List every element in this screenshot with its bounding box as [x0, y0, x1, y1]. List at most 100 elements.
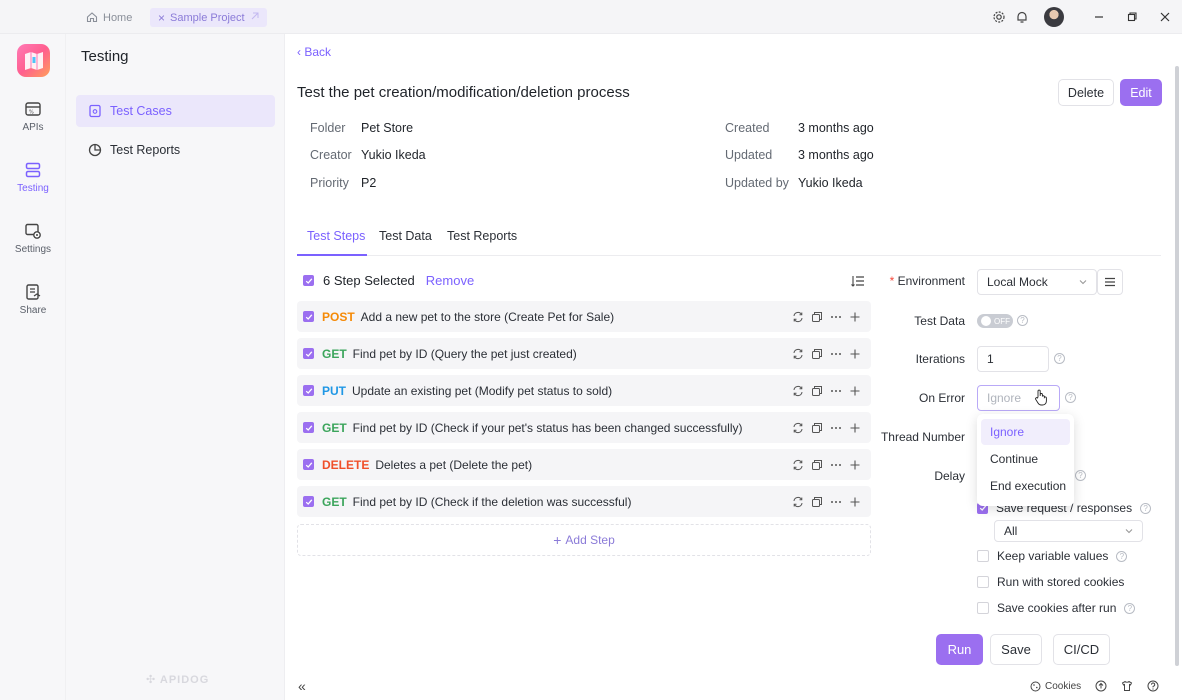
option-ignore[interactable]: Ignore: [981, 419, 1070, 445]
rail-item-share[interactable]: Share: [0, 283, 66, 316]
option-end-execution[interactable]: End execution: [981, 473, 1070, 499]
minimize-icon[interactable]: [1090, 8, 1108, 26]
save-cookies-checkbox[interactable]: [977, 602, 989, 614]
copy-icon[interactable]: [811, 348, 823, 360]
add-icon[interactable]: [849, 311, 861, 323]
ci-cd-button[interactable]: CI/CD: [1053, 634, 1110, 665]
bell-icon[interactable]: [1013, 8, 1031, 26]
close-icon[interactable]: ×: [158, 12, 165, 24]
upload-icon[interactable]: [1095, 680, 1107, 695]
rail-item-apis[interactable]: % APIs: [0, 100, 66, 133]
external-link-icon[interactable]: [250, 12, 259, 24]
copy-icon[interactable]: [811, 422, 823, 434]
run-cookies-checkbox[interactable]: [977, 576, 989, 588]
priority-value: P2: [361, 176, 377, 190]
select-all-checkbox[interactable]: [303, 275, 314, 286]
save-cookies-option[interactable]: Save cookies after run ?: [977, 601, 1136, 615]
sync-icon[interactable]: [792, 422, 804, 434]
environment-manage-button[interactable]: [1097, 269, 1123, 295]
more-icon[interactable]: [830, 385, 842, 397]
cookies-button[interactable]: Cookies: [1030, 681, 1081, 692]
edit-button[interactable]: Edit: [1120, 79, 1162, 106]
tab-test-steps[interactable]: Test Steps: [307, 229, 365, 243]
step-row[interactable]: GET Find pet by ID (Check if your pet's s…: [297, 412, 871, 443]
tab-home[interactable]: Home: [86, 8, 132, 28]
help-icon[interactable]: ?: [1140, 502, 1152, 514]
avatar[interactable]: [1044, 7, 1064, 27]
collapse-sidebar-icon[interactable]: «: [298, 678, 306, 694]
step-row[interactable]: PUT Update an existing pet (Modify pet st…: [297, 375, 871, 406]
help-circle-icon[interactable]: [1147, 680, 1159, 695]
gear-icon[interactable]: [990, 8, 1008, 26]
copy-icon[interactable]: [811, 496, 823, 508]
step-row[interactable]: POST Add a new pet to the store (Create P…: [297, 301, 871, 332]
more-icon[interactable]: [830, 348, 842, 360]
more-icon[interactable]: [830, 496, 842, 508]
restore-icon[interactable]: [1123, 8, 1141, 26]
sort-list-icon[interactable]: [851, 275, 865, 290]
sync-icon[interactable]: [792, 496, 804, 508]
step-checkbox[interactable]: [303, 422, 314, 433]
help-icon[interactable]: ?: [1116, 550, 1128, 562]
step-checkbox[interactable]: [303, 311, 314, 322]
add-step-button[interactable]: + Add Step: [297, 524, 871, 556]
http-method: DELETE: [322, 457, 370, 472]
keep-variable-checkbox[interactable]: [977, 550, 989, 562]
scrollbar-thumb[interactable]: [1175, 66, 1179, 666]
sync-icon[interactable]: [792, 385, 804, 397]
step-checkbox[interactable]: [303, 385, 314, 396]
environment-select[interactable]: Local Mock: [977, 269, 1097, 295]
keep-variable-option[interactable]: Keep variable values ?: [977, 549, 1128, 563]
tab-test-reports[interactable]: Test Reports: [447, 229, 517, 243]
step-checkbox[interactable]: [303, 496, 314, 507]
sync-icon[interactable]: [792, 459, 804, 471]
remove-link[interactable]: Remove: [426, 273, 474, 288]
app-logo[interactable]: [17, 44, 50, 77]
step-actions: [792, 486, 861, 517]
help-icon[interactable]: ?: [1075, 470, 1086, 481]
rail-item-settings[interactable]: Settings: [0, 222, 66, 255]
add-icon[interactable]: [849, 385, 861, 397]
test-data-toggle[interactable]: OFF: [977, 314, 1013, 328]
rail-item-testing[interactable]: Testing: [0, 161, 66, 194]
help-icon[interactable]: ?: [1054, 353, 1065, 364]
save-request-scope-select[interactable]: All: [994, 520, 1143, 542]
help-icon[interactable]: ?: [1065, 392, 1076, 403]
option-continue[interactable]: Continue: [981, 446, 1070, 472]
copy-icon[interactable]: [811, 311, 823, 323]
add-icon[interactable]: [849, 348, 861, 360]
save-button[interactable]: Save: [990, 634, 1042, 665]
step-row[interactable]: GET Find pet by ID (Query the pet just cr…: [297, 338, 871, 369]
updated-label: Updated: [725, 148, 773, 162]
sidebar-item-test-cases[interactable]: Test Cases: [76, 95, 275, 127]
add-icon[interactable]: [849, 422, 861, 434]
tab-test-data[interactable]: Test Data: [379, 229, 432, 243]
http-method: GET: [322, 494, 347, 509]
save-cookies-label: Save cookies after run: [997, 601, 1117, 615]
step-checkbox[interactable]: [303, 348, 314, 359]
sidebar-item-test-reports[interactable]: Test Reports: [76, 134, 275, 166]
iterations-input[interactable]: 1: [977, 346, 1049, 372]
step-row[interactable]: DELETE Deletes a pet (Delete the pet): [297, 449, 871, 480]
run-button[interactable]: Run: [936, 634, 983, 665]
step-row[interactable]: GET Find pet by ID (Check if the deletion…: [297, 486, 871, 517]
back-link[interactable]: ‹ Back: [297, 45, 331, 59]
more-icon[interactable]: [830, 311, 842, 323]
step-checkbox[interactable]: [303, 459, 314, 470]
sync-icon[interactable]: [792, 311, 804, 323]
copy-icon[interactable]: [811, 459, 823, 471]
shirt-icon[interactable]: [1121, 680, 1133, 695]
add-icon[interactable]: [849, 459, 861, 471]
help-icon[interactable]: ?: [1124, 602, 1136, 614]
sync-icon[interactable]: [792, 348, 804, 360]
copy-icon[interactable]: [811, 385, 823, 397]
more-icon[interactable]: [830, 459, 842, 471]
more-icon[interactable]: [830, 422, 842, 434]
help-icon[interactable]: ?: [1017, 315, 1028, 326]
window-close-icon[interactable]: [1156, 8, 1174, 26]
delete-button[interactable]: Delete: [1058, 79, 1114, 106]
run-cookies-option[interactable]: Run with stored cookies: [977, 575, 1124, 589]
tab-sample-project[interactable]: × Sample Project: [150, 8, 267, 27]
main-scrollbar[interactable]: [1172, 34, 1182, 700]
add-icon[interactable]: [849, 496, 861, 508]
